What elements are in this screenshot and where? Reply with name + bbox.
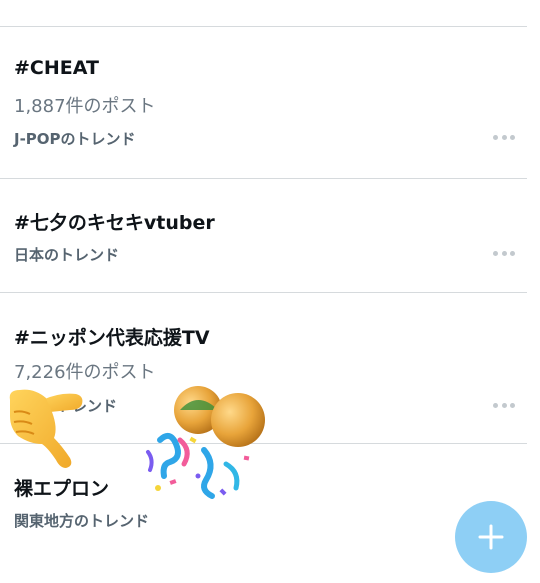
more-horizontal-icon[interactable] (493, 134, 515, 140)
trend-item-tanabata-vtuber[interactable]: #七夕のキセキvtuber 日本のトレンド (0, 179, 527, 292)
plus-icon (478, 524, 504, 550)
trend-context: 日本のトレンド (14, 246, 120, 264)
pointing-hand-emoji (9, 389, 83, 468)
more-horizontal-icon[interactable] (493, 250, 515, 256)
trend-title: #ニッポン代表応援TV (14, 327, 210, 349)
compose-button[interactable] (455, 501, 527, 573)
trends-feed: #CHEAT 1,887件のポスト J-POPのトレンド #七夕のキセキvtub… (0, 0, 540, 583)
trend-post-count: 7,226件のポスト (14, 362, 156, 383)
trend-title: #七夕のキセキvtuber (14, 212, 215, 234)
celebration-sticker (146, 386, 265, 499)
more-horizontal-icon[interactable] (493, 402, 515, 408)
trend-title: 裸エプロン (14, 478, 110, 500)
trend-context: 関東地方のトレンド (14, 512, 150, 530)
trend-title: #CHEAT (14, 57, 99, 79)
trend-post-count: 1,887件のポスト (14, 96, 156, 117)
trend-context: J-POPのトレンド (14, 130, 136, 148)
trend-item-cheat[interactable]: #CHEAT 1,887件のポスト J-POPのトレンド (0, 27, 527, 177)
